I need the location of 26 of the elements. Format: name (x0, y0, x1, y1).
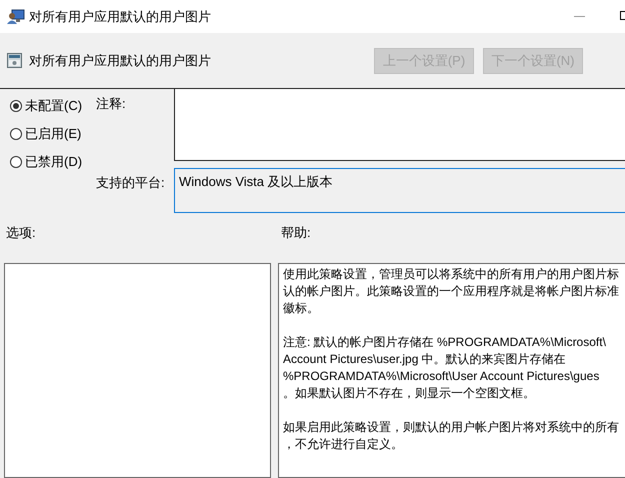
radio-label[interactable]: 已启用(E) (25, 125, 82, 143)
window-title: 对所有用户应用默认的用户图片 (29, 8, 211, 26)
computer-user-icon (7, 8, 25, 24)
radio-button[interactable] (10, 128, 22, 140)
help-text-line: 如果启用此策略设置，则默认的用户帐户图片将对系统中的所有 (283, 419, 620, 436)
help-text-line: %PROGRAMDATA%\Microsoft\User Account Pictures\gues (283, 368, 600, 385)
help-text-line: Account Pictures\user.jpg 中。默认的来宾图片存储在 (283, 351, 567, 368)
help-text-line: 徽标。 (283, 300, 320, 317)
supported-on-field[interactable]: Windows Vista 及以上版本 (174, 168, 625, 213)
help-text-line: ，不允许进行自定义。 (283, 436, 404, 453)
help-text-line: 注意: 默认的帐户图片存储在 %PROGRAMDATA%\Microsoft\ (283, 334, 607, 351)
radio-button[interactable] (10, 100, 22, 112)
maximize-button[interactable] (620, 11, 625, 20)
help-label: 帮助: (281, 224, 311, 242)
radio-button[interactable] (10, 156, 22, 168)
help-text-line: 认的帐户图片。此策略设置的一个应用程序就是将帐户图片标准 (283, 283, 620, 300)
radio-label[interactable]: 已禁用(D) (25, 153, 82, 171)
help-text-line: 使用此策略设置，管理员可以将系统中的所有用户的用户图片标 (283, 266, 620, 283)
help-text-line: 。如果默认图片不存在，则显示一个空图文框。 (283, 385, 536, 402)
supported-on-label: 支持的平台: (96, 174, 166, 192)
comment-field[interactable] (174, 89, 625, 161)
comment-label: 注释: (96, 95, 127, 113)
radio-label[interactable]: 未配置(C) (25, 97, 82, 115)
policy-setting-icon (7, 53, 22, 68)
setting-title: 对所有用户应用默认的用户图片 (29, 52, 212, 70)
options-label: 选项: (6, 224, 37, 242)
